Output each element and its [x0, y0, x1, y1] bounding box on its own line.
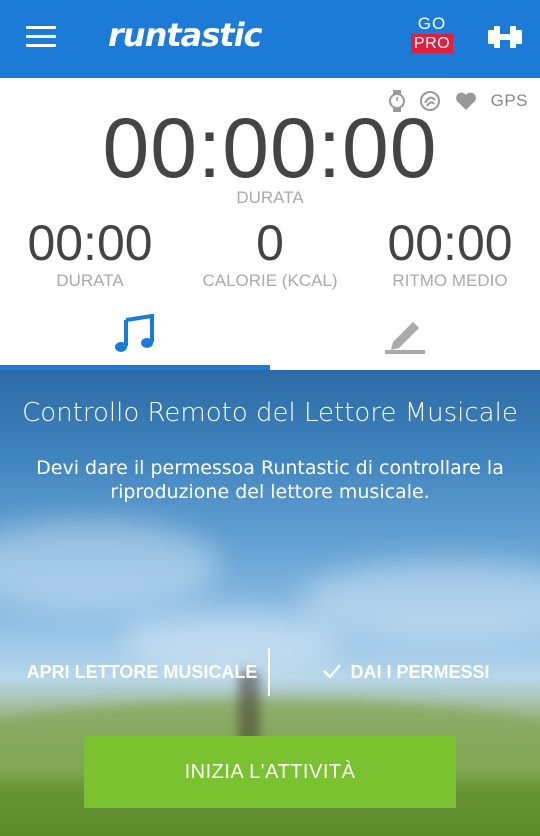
panel-title: Controllo Remoto del Lettore Musicale: [22, 398, 518, 428]
check-icon: [323, 664, 342, 680]
duration-label: DURATA: [236, 188, 304, 207]
tab-music[interactable]: [0, 300, 270, 370]
panel-description: Devi dare il permessoa Runtastic di cont…: [36, 457, 504, 503]
panel-actions: APRI LETTORE MUSICALE DAI I PERMESSI: [0, 648, 540, 696]
go-label: GO: [417, 14, 447, 33]
music-note-icon: [115, 314, 154, 352]
dumbbell-icon[interactable]: [486, 22, 524, 52]
runtastic-logo: runtastic: [108, 16, 263, 54]
stat-label: CALORIE (KCAL): [202, 271, 338, 290]
grant-permissions-label: DAI I PERMESSI: [350, 662, 490, 682]
open-music-player-button[interactable]: APRI LETTORE MUSICALE: [14, 648, 270, 696]
stat-label: DURATA: [56, 271, 124, 290]
pro-badge: PRO: [410, 34, 454, 53]
stat-calories: 0 CALORIE (KCAL): [180, 216, 360, 291]
stat-label: RITMO MEDIO: [392, 271, 508, 290]
pencil-icon: [385, 322, 425, 354]
duration-timer: 00:00:00: [102, 101, 438, 195]
stat-value: 00:00: [387, 215, 513, 271]
tab-notes[interactable]: [270, 300, 540, 370]
app-bar: runtastic GO PRO: [0, 0, 540, 78]
menu-icon[interactable]: [26, 24, 56, 48]
go-pro-button[interactable]: GO PRO: [410, 14, 454, 53]
stat-pace: 00:00 RITMO MEDIO: [360, 216, 540, 291]
actions-divider: [268, 648, 270, 696]
music-control-panel: Controllo Remoto del Lettore Musicale De…: [0, 370, 540, 836]
stat-duration: 00:00 DURATA: [0, 216, 180, 291]
stat-value: 00:00: [27, 215, 153, 271]
start-activity-button[interactable]: INIZIA L'ATTIVITÀ: [84, 736, 456, 808]
tab-bar: [0, 300, 540, 370]
stat-value: 0: [256, 215, 284, 271]
grant-permissions-button[interactable]: DAI I PERMESSI: [286, 648, 526, 696]
